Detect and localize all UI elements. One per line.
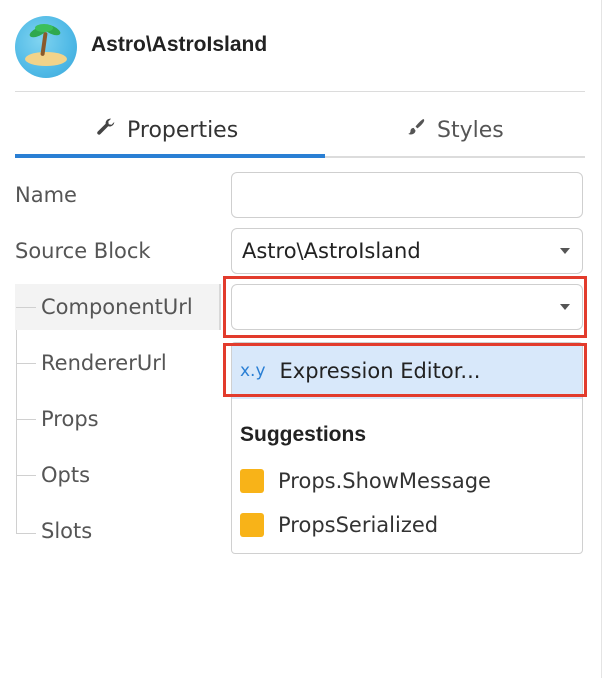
- source-block-value: Astro\AstroIsland: [242, 239, 421, 263]
- slots-label[interactable]: Slots: [41, 519, 92, 543]
- source-block-label: Source Block: [15, 239, 151, 263]
- tab-properties[interactable]: Properties: [95, 110, 238, 150]
- suggestion-item[interactable]: Props.ShowMessage: [240, 469, 491, 493]
- wrench-icon: [95, 116, 117, 144]
- suggestion-swatch-icon: [240, 469, 264, 493]
- island-logo-icon: [15, 16, 77, 78]
- component-title: Astro\AstroIsland: [91, 33, 268, 56]
- componenturl-label: ComponentUrl: [41, 295, 193, 319]
- tree-branch: [16, 363, 36, 364]
- tree-branch: [16, 533, 36, 534]
- source-block-select[interactable]: Astro\AstroIsland: [231, 228, 583, 274]
- chevron-down-icon: [560, 248, 570, 254]
- name-input[interactable]: [231, 172, 583, 218]
- tab-bar: Properties Styles: [15, 100, 585, 158]
- rendererurl-label[interactable]: RendererUrl: [41, 351, 167, 375]
- suggestion-swatch-icon: [240, 513, 264, 537]
- active-tab-indicator: [15, 154, 325, 158]
- suggestion-label: PropsSerialized: [278, 513, 439, 537]
- tab-styles[interactable]: Styles: [405, 110, 504, 150]
- properties-panel: Astro\AstroIsland Properties Styles Name…: [0, 0, 602, 678]
- tree-branch: [16, 475, 36, 476]
- opts-label[interactable]: Opts: [41, 463, 90, 487]
- suggestions-heading: Suggestions: [240, 423, 367, 446]
- name-label: Name: [15, 183, 77, 207]
- paintbrush-icon: [405, 116, 427, 144]
- panel-header: Astro\AstroIsland: [15, 16, 585, 92]
- props-label[interactable]: Props: [41, 407, 99, 431]
- tab-properties-label: Properties: [127, 117, 239, 143]
- tree-branch: [16, 419, 36, 420]
- tree-branch: [16, 307, 36, 308]
- suggestion-item[interactable]: PropsSerialized: [240, 513, 438, 537]
- highlight-box-componenturl: [223, 276, 587, 338]
- highlight-box-expression-editor: [223, 343, 587, 397]
- tab-styles-label: Styles: [437, 117, 504, 143]
- suggestion-label: Props.ShowMessage: [278, 469, 491, 493]
